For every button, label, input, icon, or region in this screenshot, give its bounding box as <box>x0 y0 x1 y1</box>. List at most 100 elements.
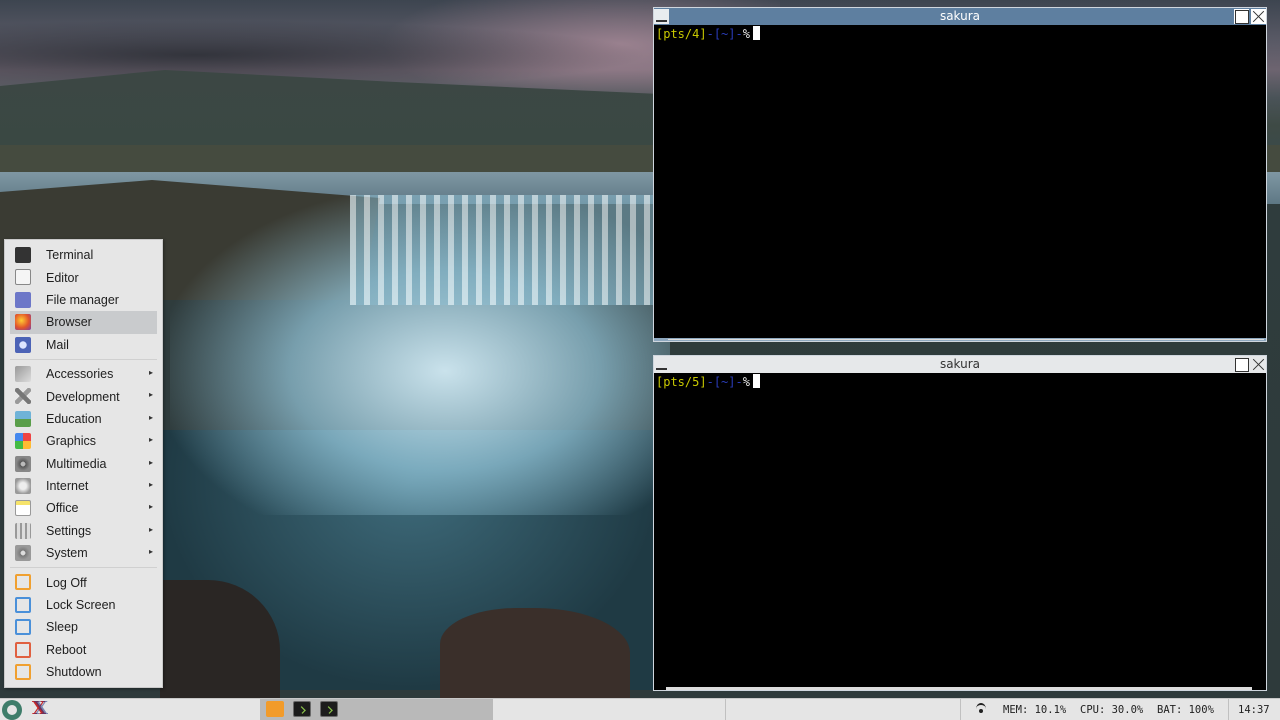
submenu-arrow-icon: ▸ <box>148 367 153 377</box>
tray-separator <box>725 699 726 720</box>
menu-item-internet[interactable]: Internet ▸ <box>10 475 157 497</box>
menu-item-shutdown[interactable]: Shutdown <box>10 661 157 683</box>
menu-item-file-manager[interactable]: File manager <box>10 289 157 311</box>
window-title: sakura <box>939 9 981 23</box>
submenu-arrow-icon: ▸ <box>148 435 153 445</box>
menu-item-label: Multimedia <box>46 456 107 471</box>
multimedia-icon <box>15 455 31 472</box>
editor-icon <box>15 269 31 286</box>
wifi-icon[interactable] <box>974 703 988 715</box>
submenu-arrow-icon: ▸ <box>148 502 153 512</box>
menu-item-label: Lock Screen <box>46 598 116 613</box>
menu-item-label: Development <box>46 389 120 404</box>
prompt-symbol: % <box>742 375 750 389</box>
lock-screen-icon <box>15 596 31 613</box>
text-cursor <box>752 374 760 388</box>
cpu-usage: CPU: 30.0% <box>1080 704 1144 716</box>
prompt-tty: pts/5 <box>663 375 700 389</box>
settings-icon <box>15 522 31 539</box>
menu-item-label: Sleep <box>46 620 78 635</box>
submenu-arrow-icon: ▸ <box>148 479 153 489</box>
menu-item-terminal[interactable]: Terminal <box>10 244 157 266</box>
battery-status: BAT: 100% <box>1157 704 1214 716</box>
close-icon[interactable] <box>1251 357 1266 372</box>
sublime-text-icon[interactable] <box>266 701 284 717</box>
menu-item-mail[interactable]: Mail <box>10 334 157 356</box>
minimize-icon[interactable] <box>654 9 669 24</box>
window-titlebar[interactable]: sakura <box>654 8 1266 25</box>
submenu-arrow-icon: ▸ <box>148 390 153 400</box>
clock[interactable]: 14:37 <box>1238 704 1270 716</box>
menu-item-label: Log Off <box>46 575 87 590</box>
terminal-content[interactable]: [pts/5]-[~]-% <box>654 373 1266 392</box>
minimize-icon[interactable] <box>654 357 669 372</box>
menu-item-editor[interactable]: Editor <box>10 266 157 288</box>
menu-item-label: Browser <box>46 315 92 330</box>
menu-item-multimedia[interactable]: Multimedia ▸ <box>10 453 157 475</box>
education-icon <box>15 410 31 427</box>
graphics-icon <box>15 433 31 450</box>
menu-item-browser[interactable]: Browser <box>10 311 157 334</box>
menu-item-log-off[interactable]: Log Off <box>10 571 157 593</box>
menu-item-label: Reboot <box>46 642 87 657</box>
terminal-window-2[interactable]: sakura [pts/5]-[~]-% <box>653 355 1267 691</box>
menu-item-label: Settings <box>46 523 92 538</box>
horizontal-scrollbar[interactable] <box>654 338 1266 341</box>
system-icon <box>15 545 31 562</box>
menu-item-label: Education <box>46 411 102 426</box>
menu-item-lock-screen[interactable]: Lock Screen <box>10 594 157 616</box>
menu-item-system[interactable]: System ▸ <box>10 542 157 564</box>
submenu-arrow-icon: ▸ <box>148 412 153 422</box>
window-titlebar[interactable]: sakura <box>654 356 1266 373</box>
menu-item-graphics[interactable]: Graphics ▸ <box>10 430 157 452</box>
terminal-task-icon[interactable] <box>293 701 311 717</box>
menu-separator <box>10 358 157 360</box>
menu-item-reboot[interactable]: Reboot <box>10 639 157 661</box>
horizontal-scrollbar[interactable] <box>666 687 1252 690</box>
shutdown-icon <box>15 664 31 681</box>
start-menu: Terminal Editor File manager Browser Mai… <box>4 239 163 688</box>
window-title: sakura <box>939 357 981 371</box>
file-manager-icon <box>15 291 31 308</box>
close-icon[interactable] <box>1251 9 1266 24</box>
prompt-symbol: % <box>742 27 750 41</box>
menu-item-label: System <box>46 546 88 561</box>
menu-item-label: Terminal <box>46 248 94 263</box>
accessories-icon <box>15 365 31 382</box>
menu-item-development[interactable]: Development ▸ <box>10 385 157 407</box>
development-icon <box>15 388 31 405</box>
terminal-window-1[interactable]: sakura [pts/4]-[~]-% <box>653 7 1267 342</box>
menu-item-label: Shutdown <box>46 665 102 680</box>
thunderbird-icon <box>15 336 31 353</box>
start-menu-button[interactable] <box>2 700 22 720</box>
submenu-arrow-icon: ▸ <box>148 524 153 534</box>
menu-item-label: File manager <box>46 292 119 307</box>
menu-item-label: Accessories <box>46 367 114 382</box>
task-list <box>260 699 493 720</box>
menu-item-sleep[interactable]: Sleep <box>10 616 157 638</box>
app-launcher-icon[interactable]: XX <box>28 698 52 720</box>
menu-item-office[interactable]: Office ▸ <box>10 497 157 519</box>
terminal-content[interactable]: [pts/4]-[~]-% <box>654 25 1266 44</box>
tray-separator <box>960 699 961 720</box>
menu-item-education[interactable]: Education ▸ <box>10 408 157 430</box>
terminal-task-icon[interactable] <box>320 701 338 717</box>
menu-item-label: Graphics <box>46 434 97 449</box>
menu-item-label: Mail <box>46 337 69 352</box>
maximize-icon[interactable] <box>1234 357 1249 372</box>
menu-item-label: Office <box>46 501 79 516</box>
internet-icon <box>15 477 31 494</box>
submenu-arrow-icon: ▸ <box>148 547 153 557</box>
menu-item-label: Internet <box>46 479 89 494</box>
memory-usage: MEM: 10.1% <box>1003 704 1067 716</box>
reboot-icon <box>15 641 31 658</box>
tray-separator <box>1228 699 1229 720</box>
log-off-icon <box>15 574 31 591</box>
sleep-icon <box>15 619 31 636</box>
menu-item-accessories[interactable]: Accessories ▸ <box>10 363 157 385</box>
prompt-tty: pts/4 <box>663 27 700 41</box>
maximize-icon[interactable] <box>1234 9 1249 24</box>
office-icon <box>15 500 31 517</box>
menu-separator <box>10 567 157 569</box>
menu-item-settings[interactable]: Settings ▸ <box>10 520 157 542</box>
